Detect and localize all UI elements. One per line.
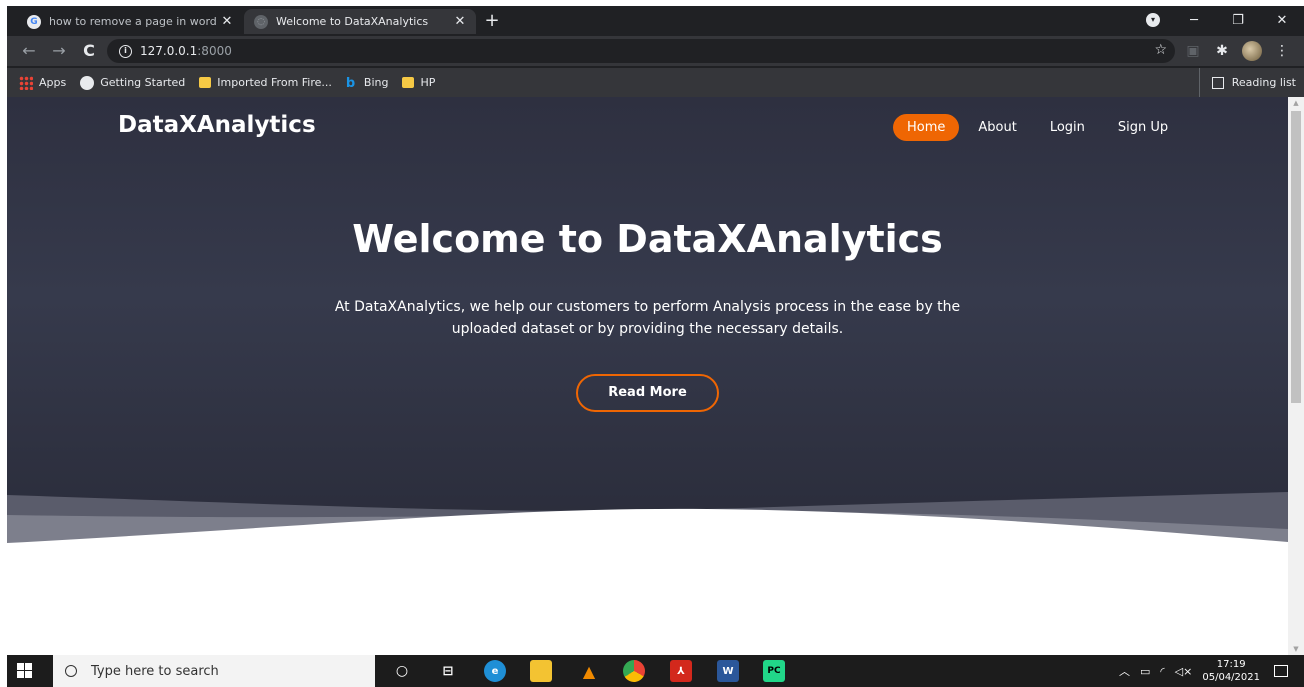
nav-home[interactable]: Home [893,114,960,141]
tab-inactive[interactable]: G how to remove a page in word - ✕ [17,9,243,34]
task-view-icon[interactable]: ⊟ [437,660,459,682]
hero-description-line: At DataXAnalytics, we help our customers… [334,299,961,315]
extensions-puzzle-icon[interactable]: ✱ [1212,41,1232,61]
bookmark-label: Getting Started [100,76,186,89]
page-viewport: DataXAnalytics Home About Login Sign Up … [7,97,1288,655]
profile-avatar[interactable] [1242,41,1262,61]
system-tray: ︿ ▭ ◜ ◁× 17:19 05/04/2021 [1119,655,1304,687]
acrobat-icon[interactable]: ⅄ [670,660,692,682]
tab-close-icon[interactable]: ✕ [450,14,470,29]
bookmark-label: HP [420,76,436,89]
bookmark-bing[interactable]: b Bing [345,75,389,91]
bookmark-getting-started[interactable]: Getting Started [80,75,186,90]
word-icon[interactable]: W [717,660,739,682]
file-explorer-icon[interactable] [530,660,552,682]
search-icon [65,665,77,677]
edge-icon[interactable]: e [484,660,506,682]
clock-date: 05/04/2021 [1202,672,1260,683]
tab-active[interactable]: ◌ Welcome to DataXAnalytics ✕ [244,9,476,34]
reload-icon[interactable]: C [79,41,99,61]
window-controls: ─ ❐ ✕ [1172,6,1304,34]
clock[interactable]: 17:19 05/04/2021 [1202,658,1260,684]
browser-chrome: G how to remove a page in word - ✕ ◌ Wel… [7,6,1304,97]
hero-description-line: uploaded dataset or by providing the nec… [451,321,844,337]
bookmark-label: Apps [39,76,67,89]
reading-list-icon [1211,76,1224,89]
bookmark-label: Bing [363,76,389,89]
bookmark-hp[interactable]: HP [402,76,435,89]
reading-list-label: Reading list [1231,76,1296,89]
main-nav: Home About Login Sign Up [893,114,1187,141]
folder-icon [402,77,415,88]
nav-signup[interactable]: Sign Up [1104,114,1182,141]
hero-wave-divider [7,492,1288,557]
tab-title: Welcome to DataXAnalytics [276,15,429,28]
minimize-icon[interactable]: ─ [1172,13,1216,28]
bing-icon: b [345,75,356,91]
pycharm-icon[interactable]: PC [763,660,785,682]
taskbar-search[interactable]: Type here to search [53,655,375,687]
folder-icon [199,77,212,88]
tab-close-icon[interactable]: ✕ [217,14,237,29]
screen: G how to remove a page in word - ✕ ◌ Wel… [0,0,1304,687]
battery-icon[interactable]: ▭ [1140,665,1150,678]
url-host: 127.0.0.1 [140,44,198,58]
apps-icon [19,75,33,90]
extension-icon[interactable]: ▣ [1183,41,1203,61]
hero-description: At DataXAnalytics, we help our customers… [327,296,968,340]
globe-icon [80,75,95,90]
new-tab-button[interactable]: + [481,10,503,32]
nav-about[interactable]: About [964,114,1030,141]
notification-icon[interactable] [1274,665,1288,677]
hero-section: DataXAnalytics Home About Login Sign Up … [7,97,1288,542]
forward-icon[interactable]: → [49,41,69,61]
scroll-down-icon[interactable]: ▼ [1288,645,1304,653]
globe-icon: ◌ [254,14,268,29]
reading-list-button[interactable]: Reading list [1198,68,1296,97]
tray-overflow-icon[interactable]: ︿ [1119,663,1130,679]
tab-title: how to remove a page in word - [49,15,217,28]
tab-search-icon[interactable]: ▾ [1146,13,1160,27]
scroll-up-icon[interactable]: ▲ [1288,99,1304,107]
site-logo[interactable]: DataXAnalytics [118,112,316,138]
clock-time: 17:19 [1216,659,1246,670]
bookmark-label: Imported From Fire... [217,76,332,89]
bookmark-imported[interactable]: Imported From Fire... [199,76,332,89]
bookmark-star-icon[interactable]: ☆ [1154,42,1167,58]
cortana-icon[interactable]: ○ [391,660,413,682]
chrome-icon[interactable] [623,660,645,682]
restore-icon[interactable]: ❐ [1216,13,1260,28]
nav-login[interactable]: Login [1036,114,1099,141]
menu-icon[interactable]: ⋮ [1272,41,1292,61]
info-icon[interactable]: i [119,44,132,58]
back-icon[interactable]: ← [19,41,39,61]
windows-taskbar: Type here to search ○ ⊟ e ▲ ⅄ W PC ︿ ▭ ◜… [7,655,1304,687]
toolbar: ← → C i 127.0.0.1:8000 ☆ ▣ ✱ ⋮ [7,36,1304,66]
google-icon: G [27,14,41,29]
bookmark-apps[interactable]: Apps [19,75,67,90]
taskbar-search-placeholder: Type here to search [91,663,219,679]
scroll-thumb[interactable] [1291,111,1301,403]
page-scrollbar[interactable]: ▲ ▼ [1288,97,1304,655]
address-bar[interactable]: i 127.0.0.1:8000 ☆ [107,39,1175,63]
windows-start-icon[interactable] [17,663,33,679]
volume-icon[interactable]: ◁× [1175,665,1193,678]
wifi-icon[interactable]: ◜ [1160,665,1164,678]
bookmarks-bar: Apps Getting Started Imported From Fire.… [7,68,1304,97]
close-window-icon[interactable]: ✕ [1260,13,1304,28]
url-port: :8000 [197,44,232,58]
read-more-button[interactable]: Read More [576,374,719,412]
tab-strip: G how to remove a page in word - ✕ ◌ Wel… [7,6,1304,34]
hero-title: Welcome to DataXAnalytics [352,217,943,261]
vlc-icon[interactable]: ▲ [578,660,600,682]
